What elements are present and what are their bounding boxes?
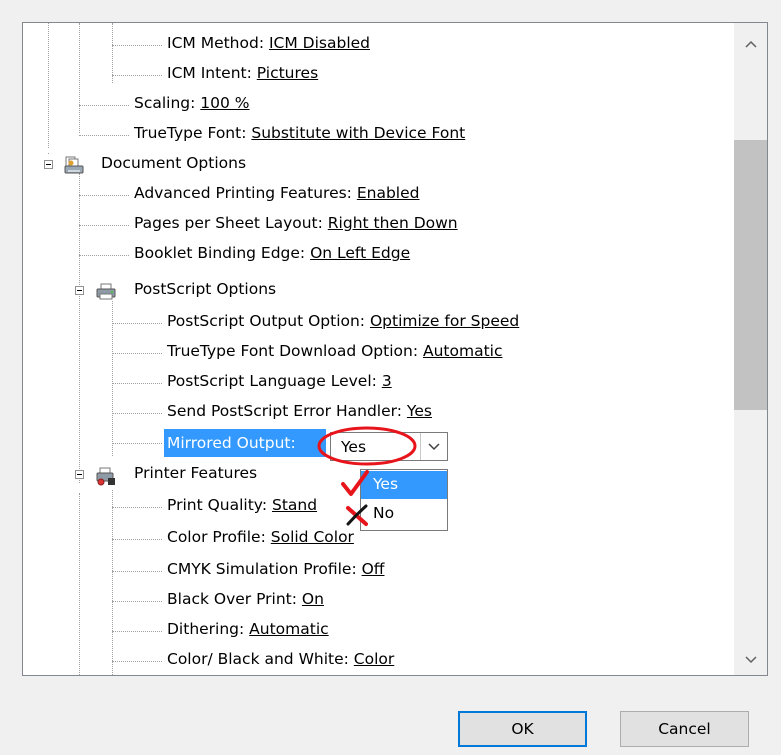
- scrollbar-thumb[interactable]: [734, 140, 767, 410]
- tree-item-pages-per-sheet-layout[interactable]: Pages per Sheet Layout: Right then Down: [23, 210, 723, 240]
- tree-item-label: ICM Intent:: [167, 64, 257, 82]
- tree-item-label: TrueType Font Download Option:: [167, 342, 423, 360]
- combobox-dropdown-button[interactable]: [420, 433, 447, 460]
- tree-item-label: Mirrored Output:: [167, 434, 296, 452]
- tree-item-advanced-printing-features[interactable]: Advanced Printing Features: Enabled: [23, 180, 723, 210]
- tree-item-mirrored-output-connector: [23, 428, 163, 458]
- tree-item-mirrored-output[interactable]: Mirrored Output:: [164, 429, 326, 457]
- tree-item-label: Print Quality:: [167, 496, 272, 514]
- tree-item-value[interactable]: Right then Down: [328, 214, 458, 232]
- option-label: No: [373, 504, 395, 522]
- tree-item-value[interactable]: On: [302, 590, 324, 608]
- tree-item-value[interactable]: Automatic: [249, 620, 329, 638]
- ok-button[interactable]: OK: [458, 711, 587, 747]
- tree-item-value[interactable]: ICM Disabled: [269, 34, 370, 52]
- annotation-ellipse: [317, 426, 417, 466]
- tree-item-label: Pages per Sheet Layout:: [134, 214, 328, 232]
- tree-item-value[interactable]: Stand: [272, 496, 317, 514]
- tree-item-label: CMYK Simulation Profile:: [167, 560, 362, 578]
- scroll-up-button[interactable]: [734, 30, 767, 58]
- cross-mark-icon: [346, 504, 368, 526]
- tree-node-document-options[interactable]: Document Options: [23, 150, 723, 180]
- ok-button-label: OK: [511, 720, 534, 738]
- tree-node-postscript-options[interactable]: PostScript Options: [23, 276, 723, 306]
- tree-item-label: Color Profile:: [167, 528, 271, 546]
- tree-item-dithering[interactable]: Dithering: Automatic: [23, 616, 723, 646]
- tree-item-value[interactable]: Automatic: [423, 342, 503, 360]
- tree-item-value[interactable]: Solid Color: [271, 528, 354, 546]
- tree-item-label: ICM Method:: [167, 34, 269, 52]
- printer-icon: [96, 283, 116, 300]
- collapse-toggle[interactable]: [75, 470, 84, 479]
- cancel-button[interactable]: Cancel: [620, 711, 749, 747]
- check-mark-icon: [341, 470, 369, 496]
- tree-item-label: Send PostScript Error Handler:: [167, 402, 407, 420]
- collapse-toggle[interactable]: [75, 286, 84, 295]
- mirrored-output-dropdown-list[interactable]: Yes No: [360, 469, 448, 531]
- tree-item-cmyk-simulation-profile[interactable]: CMYK Simulation Profile: Off: [23, 556, 723, 586]
- tree-item-label: Document Options: [101, 154, 247, 172]
- tree-item-truetype-download-option[interactable]: TrueType Font Download Option: Automatic: [23, 338, 723, 368]
- chevron-up-icon: [744, 40, 757, 48]
- collapse-toggle[interactable]: [44, 160, 53, 169]
- tree-item-label: Black Over Print:: [167, 590, 302, 608]
- tree-item-truetype-font[interactable]: TrueType Font: Substitute with Device Fo…: [23, 120, 723, 150]
- tree-item-scaling[interactable]: Scaling: 100 %: [23, 90, 723, 120]
- tree-item-icm-intent[interactable]: ICM Intent: Pictures: [23, 60, 723, 90]
- tree-item-black-over-print[interactable]: Black Over Print: On: [23, 586, 723, 616]
- tree-item-color-black-and-white[interactable]: Color/ Black and White: Color: [23, 646, 723, 675]
- tree-item-label: PostScript Language Level:: [167, 372, 382, 390]
- tree-item-booklet-binding-edge[interactable]: Booklet Binding Edge: On Left Edge: [23, 240, 723, 270]
- tree-item-value[interactable]: Color: [354, 650, 394, 668]
- tree-item-postscript-language-level[interactable]: PostScript Language Level: 3: [23, 368, 723, 398]
- tree-item-postscript-output-option[interactable]: PostScript Output Option: Optimize for S…: [23, 308, 723, 338]
- option-label: Yes: [373, 475, 399, 493]
- tree-item-icm-method[interactable]: ICM Method: ICM Disabled: [23, 30, 723, 60]
- tree-item-label: Booklet Binding Edge:: [134, 244, 311, 262]
- tree-item-value[interactable]: 3: [382, 372, 392, 390]
- tree-item-value[interactable]: Yes: [407, 402, 432, 420]
- tree-item-label: TrueType Font:: [134, 124, 252, 142]
- tree-item-label: Advanced Printing Features:: [134, 184, 357, 202]
- chevron-down-icon: [744, 656, 757, 664]
- tree-item-label: Dithering:: [167, 620, 250, 638]
- tree-item-value[interactable]: Enabled: [357, 184, 420, 202]
- tree-item-label: Color/ Black and White:: [167, 650, 354, 668]
- tree-item-value[interactable]: 100 %: [200, 94, 249, 112]
- document-options-icon: [64, 156, 84, 174]
- tree-item-label: Printer Features: [134, 464, 258, 482]
- tree-item-value[interactable]: Optimize for Speed: [370, 312, 519, 330]
- tree-item-label: Scaling:: [134, 94, 201, 112]
- tree-item-value[interactable]: Substitute with Device Font: [251, 124, 465, 142]
- advanced-options-tree[interactable]: ICM Method: ICM Disabled ICM Intent: Pic…: [22, 22, 768, 676]
- tree-item-value[interactable]: On Left Edge: [310, 244, 410, 262]
- chevron-down-icon: [428, 442, 440, 450]
- tree-item-label: PostScript Options: [134, 280, 277, 298]
- dropdown-option-no[interactable]: No: [361, 500, 447, 528]
- scroll-down-button[interactable]: [734, 646, 767, 674]
- cancel-button-label: Cancel: [658, 720, 711, 738]
- tree-item-value[interactable]: Pictures: [257, 64, 318, 82]
- tree-item-label: PostScript Output Option:: [167, 312, 370, 330]
- printer-features-icon: [96, 467, 115, 486]
- tree-item-value[interactable]: Off: [362, 560, 385, 578]
- dropdown-option-yes[interactable]: Yes: [361, 471, 447, 499]
